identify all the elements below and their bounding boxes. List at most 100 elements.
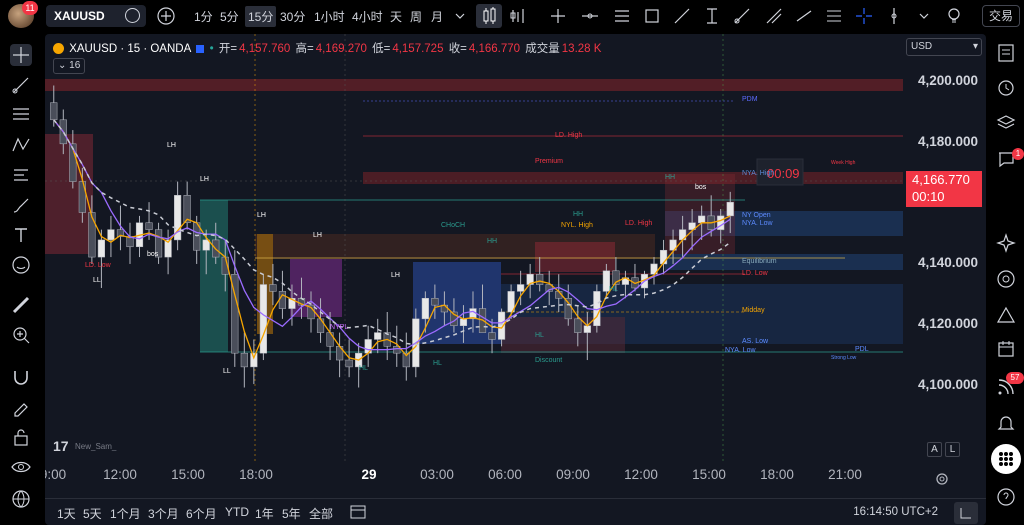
nyl-high-label: NYL. High: [561, 222, 593, 229]
range-ytd[interactable]: YTD: [225, 505, 249, 519]
price-range-icon[interactable]: [702, 6, 722, 26]
lock-pencil-icon[interactable]: [10, 396, 32, 418]
trend-line-tool-icon[interactable]: [10, 74, 32, 96]
time-axis[interactable]: 9:00 12:00 15:00 18:00 29 03:00 06:00 09…: [45, 463, 903, 485]
trade-button[interactable]: 交易: [982, 5, 1020, 27]
auto-scale-button[interactable]: A: [927, 442, 942, 457]
chevron-down-icon[interactable]: [450, 6, 470, 26]
candle-body: [259, 284, 267, 354]
currency-select[interactable]: USD ▾: [906, 38, 982, 56]
watchlist-icon[interactable]: [995, 42, 1017, 64]
rectangle-icon[interactable]: [642, 6, 662, 26]
help-icon[interactable]: [995, 486, 1017, 508]
time-label: 21:00: [828, 467, 862, 482]
range-3m[interactable]: 3个月: [148, 505, 179, 522]
crosshair-icon[interactable]: [854, 6, 874, 26]
settings-gear-icon[interactable]: [933, 470, 951, 488]
interval-5m[interactable]: 5分: [220, 8, 239, 25]
interval-1m[interactable]: 1分: [194, 8, 213, 25]
sparkle-icon[interactable]: [995, 232, 1017, 254]
forecast-tool-icon[interactable]: [10, 164, 32, 186]
midday-label: Midday: [742, 307, 765, 314]
globe-icon[interactable]: [10, 488, 32, 510]
bell-icon[interactable]: [995, 412, 1017, 434]
candle-body: [583, 325, 591, 333]
range-1y[interactable]: 1年: [255, 505, 274, 522]
range-all[interactable]: 全部: [309, 505, 333, 522]
chart-canvas[interactable]: 00:09: [45, 34, 903, 463]
triangle-icon[interactable]: [995, 304, 1017, 326]
interval-15m[interactable]: 15分: [245, 6, 277, 27]
vertical-line-icon[interactable]: [884, 6, 904, 26]
candle-body: [488, 332, 496, 340]
symbol-search[interactable]: XAUUSD: [46, 5, 146, 27]
crosshair-line-icon[interactable]: [548, 6, 568, 26]
ray-icon[interactable]: [732, 6, 752, 26]
interval-30m[interactable]: 30分: [280, 8, 305, 25]
candle-body: [250, 352, 258, 368]
parallel-channel-icon[interactable]: [612, 6, 632, 26]
ruler-icon[interactable]: [10, 294, 32, 316]
lightbulb-icon[interactable]: [944, 6, 964, 26]
interval-month[interactable]: 月: [431, 8, 443, 25]
tradingview-logo: 17: [53, 438, 69, 454]
range-6m[interactable]: 6个月: [186, 505, 217, 522]
candles-chart-type-button[interactable]: [476, 4, 502, 28]
trend-line-icon[interactable]: [672, 6, 692, 26]
price-axis[interactable]: USD ▾ 4,200.000 4,180.000 4,140.000 4,120…: [903, 34, 986, 474]
more-chevron-icon[interactable]: [914, 6, 934, 26]
candle-body: [316, 318, 325, 333]
currency-label: USD: [911, 41, 933, 52]
layers-icon[interactable]: [995, 112, 1017, 134]
range-5d[interactable]: 5天: [83, 505, 102, 522]
bar-countdown: 00:10: [912, 189, 945, 204]
indicator-icon[interactable]: [508, 6, 528, 26]
fib-retracement-icon[interactable]: [824, 6, 844, 26]
cross-cursor-icon[interactable]: [10, 44, 32, 66]
indicators-toggle[interactable]: ⌄ 16: [53, 58, 86, 74]
pattern-tool-icon[interactable]: [10, 134, 32, 156]
target-icon[interactable]: [995, 268, 1017, 290]
legend-title[interactable]: XAUUSD · 15 · OANDA: [69, 43, 191, 55]
low-value: 4,157.725: [392, 43, 444, 55]
close-value: 4,166.770: [468, 43, 521, 55]
time-label: 18:00: [760, 467, 794, 482]
brush-tool-icon[interactable]: [10, 194, 32, 216]
interval-week[interactable]: 周: [410, 8, 422, 25]
range-5y[interactable]: 5年: [282, 505, 301, 522]
clock-timezone[interactable]: 16:14:50 UTC+2: [853, 506, 938, 518]
alarm-clock-icon[interactable]: [995, 76, 1017, 98]
interval-1h[interactable]: 1小时: [314, 8, 345, 25]
range-1m[interactable]: 1个月: [110, 505, 141, 522]
pitchfork-icon[interactable]: [764, 6, 784, 26]
range-1d[interactable]: 1天: [57, 505, 76, 522]
log-scale-button[interactable]: L: [945, 442, 960, 457]
candle-body: [88, 212, 96, 258]
symbol-settings-icon[interactable]: [125, 8, 140, 23]
zoom-in-icon[interactable]: [10, 324, 32, 346]
candle-body: [97, 239, 105, 258]
interval-day[interactable]: 天: [390, 8, 402, 25]
candle-body: [564, 298, 572, 320]
text-tool-icon[interactable]: [10, 224, 32, 246]
calendar-icon[interactable]: [995, 338, 1017, 360]
fullscreen-button[interactable]: [954, 502, 978, 524]
magnet-icon[interactable]: [10, 366, 32, 388]
flag-icon[interactable]: [196, 44, 205, 53]
fib-tool-icon[interactable]: [10, 104, 32, 126]
equilibrium-zone: [665, 254, 903, 270]
emoji-tool-icon[interactable]: [10, 254, 32, 276]
candle-body: [240, 352, 248, 368]
interval-4h[interactable]: 4小时: [352, 8, 383, 25]
apps-grid-button[interactable]: [991, 444, 1021, 474]
candle-body: [278, 291, 287, 309]
horizontal-line-icon[interactable]: [580, 6, 600, 26]
date-range-picker-icon[interactable]: [349, 504, 367, 520]
eye-icon[interactable]: [10, 456, 32, 478]
chart-pane[interactable]: 00:09 PDM LD. High Premium Week High NYA…: [45, 34, 986, 525]
extended-line-icon[interactable]: [794, 6, 814, 26]
add-symbol-icon[interactable]: [156, 6, 176, 26]
lock-icon[interactable]: [10, 426, 32, 448]
indicator-count: 16: [69, 60, 81, 71]
pdl-label: PDL: [855, 346, 869, 353]
